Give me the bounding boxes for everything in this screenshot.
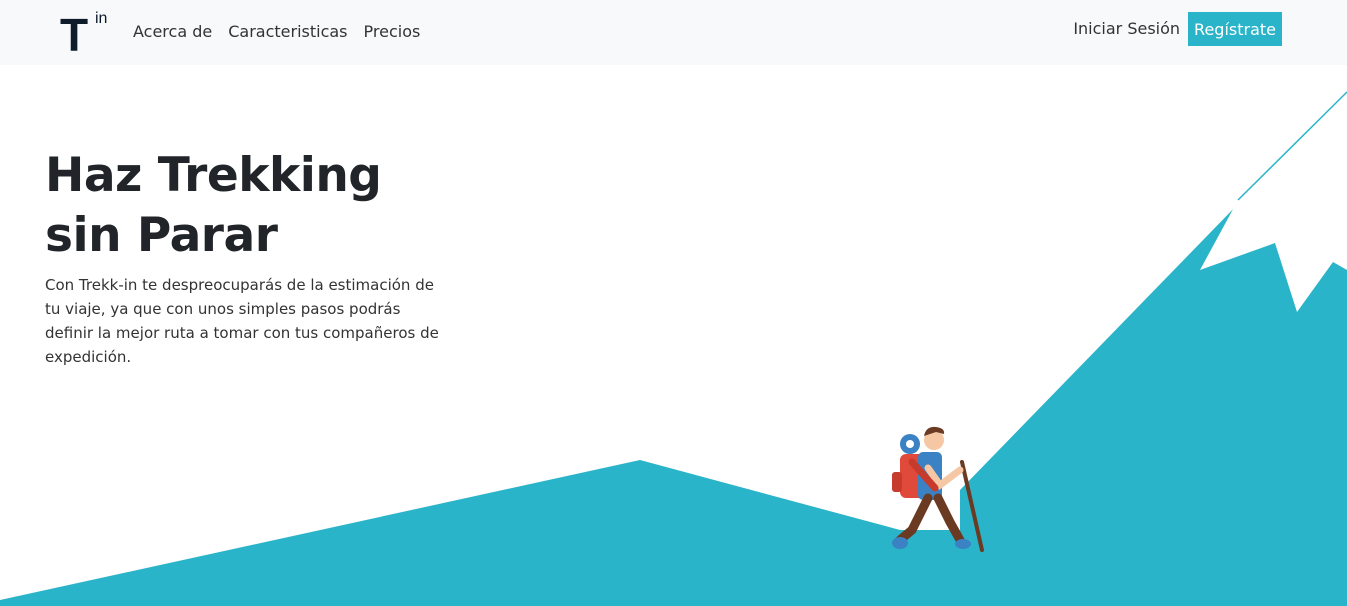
hero-title: Haz Trekking sin Parar bbox=[45, 148, 382, 263]
hill-shape bbox=[0, 460, 1347, 606]
snow-cap bbox=[1200, 92, 1347, 312]
login-link[interactable]: Iniciar Sesión bbox=[1073, 18, 1180, 40]
signup-button[interactable]: Regístrate bbox=[1188, 12, 1282, 46]
logo-letter: T bbox=[60, 9, 89, 61]
navbar: T in Acerca de Caracteristicas Precios I… bbox=[0, 0, 1347, 65]
mountain-shape bbox=[960, 92, 1347, 606]
nav-link-features[interactable]: Caracteristicas bbox=[228, 21, 347, 43]
nav-link-about[interactable]: Acerca de bbox=[133, 21, 212, 43]
nav-link-pricing[interactable]: Precios bbox=[364, 21, 421, 43]
hiker-icon bbox=[892, 426, 984, 552]
nav-links: Acerca de Caracteristicas Precios bbox=[133, 21, 420, 43]
brand-logo[interactable]: T in bbox=[60, 9, 114, 61]
logo-superscript: in bbox=[95, 10, 108, 27]
nav-auth: Iniciar Sesión Regístrate bbox=[1073, 12, 1282, 46]
hero-description: Con Trekk-in te despreocuparás de la est… bbox=[45, 276, 439, 366]
